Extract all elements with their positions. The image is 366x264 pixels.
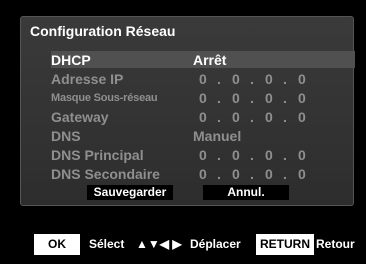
ip-dot: .	[283, 147, 287, 163]
ip-field[interactable]: 0 . 0 . 0 . 0	[199, 109, 319, 125]
ip-octet[interactable]: 0	[265, 147, 273, 163]
setting-label: DNS Principal	[51, 147, 144, 163]
ip-dot: .	[250, 109, 254, 125]
ip-octet[interactable]: 0	[232, 166, 240, 182]
ip-dot: .	[283, 109, 287, 125]
ip-octet[interactable]: 0	[232, 71, 240, 87]
ip-field[interactable]: 0 . 0 . 0 . 0	[199, 147, 319, 163]
ip-octet[interactable]: 0	[265, 109, 273, 125]
ip-dot: .	[217, 166, 221, 182]
setting-value[interactable]: Arrêt	[193, 52, 226, 68]
ip-dot: .	[217, 71, 221, 87]
ip-dot: .	[250, 166, 254, 182]
setting-label: Masque Sous-réseau	[51, 92, 158, 104]
save-button[interactable]: Sauvegarder	[87, 185, 173, 200]
return-hint-text: Retour	[316, 237, 355, 251]
ok-key[interactable]: OK	[34, 234, 80, 255]
ip-octet[interactable]: 0	[199, 109, 207, 125]
setting-row-gateway[interactable]: Gateway 0 . 0 . 0 . 0	[51, 108, 355, 125]
setting-row-dns-secondary[interactable]: DNS Secondaire 0 . 0 . 0 . 0	[51, 165, 355, 182]
network-config-screen: Configuration Réseau DHCP Arrêt Adresse …	[0, 0, 366, 264]
arrow-keys-icon: ▲▼◀ ▶	[136, 237, 182, 251]
ip-dot: .	[283, 71, 287, 87]
ip-dot: .	[283, 90, 287, 106]
ip-dot: .	[217, 90, 221, 106]
ip-dot: .	[283, 166, 287, 182]
setting-row-subnet-mask[interactable]: Masque Sous-réseau 0 . 0 . 0 . 0	[51, 89, 355, 106]
ip-dot: .	[250, 71, 254, 87]
network-config-panel: Configuration Réseau DHCP Arrêt Adresse …	[20, 16, 355, 206]
ip-octet[interactable]: 0	[298, 147, 306, 163]
ip-dot: .	[217, 109, 221, 125]
ip-dot: .	[250, 90, 254, 106]
ip-octet[interactable]: 0	[298, 109, 306, 125]
ok-hint-text: Sélect	[89, 237, 125, 251]
ip-octet[interactable]: 0	[265, 71, 273, 87]
ip-field[interactable]: 0 . 0 . 0 . 0	[199, 71, 319, 87]
ip-octet[interactable]: 0	[298, 90, 306, 106]
ip-octet[interactable]: 0	[232, 90, 240, 106]
key-guide-bar: OK Sélect ▲▼◀ ▶ Déplacer RETURN Retour	[22, 234, 356, 255]
setting-row-ip-address[interactable]: Adresse IP 0 . 0 . 0 . 0	[51, 70, 355, 87]
ip-octet[interactable]: 0	[199, 166, 207, 182]
ip-octet[interactable]: 0	[265, 90, 273, 106]
setting-row-dhcp[interactable]: DHCP Arrêt	[51, 51, 355, 68]
ip-octet[interactable]: 0	[199, 147, 207, 163]
cancel-button[interactable]: Annul.	[203, 185, 289, 200]
setting-label: DNS	[51, 128, 81, 144]
setting-row-dns[interactable]: DNS Manuel	[51, 127, 355, 144]
ip-field[interactable]: 0 . 0 . 0 . 0	[199, 90, 319, 106]
setting-row-dns-primary[interactable]: DNS Principal 0 . 0 . 0 . 0	[51, 146, 355, 163]
setting-label: DHCP	[51, 52, 91, 68]
ip-octet[interactable]: 0	[232, 147, 240, 163]
move-hint-text: Déplacer	[190, 237, 241, 251]
ip-dot: .	[217, 147, 221, 163]
dialog-title: Configuration Réseau	[30, 23, 176, 39]
setting-value[interactable]: Manuel	[193, 128, 241, 144]
ip-octet[interactable]: 0	[232, 109, 240, 125]
return-key[interactable]: RETURN	[256, 234, 314, 255]
ip-dot: .	[250, 147, 254, 163]
setting-label: Gateway	[51, 109, 109, 125]
setting-label: DNS Secondaire	[51, 166, 160, 182]
ip-field[interactable]: 0 . 0 . 0 . 0	[199, 166, 319, 182]
ip-octet[interactable]: 0	[199, 90, 207, 106]
ip-octet[interactable]: 0	[298, 71, 306, 87]
setting-label: Adresse IP	[51, 71, 124, 87]
ip-octet[interactable]: 0	[199, 71, 207, 87]
ip-octet[interactable]: 0	[265, 166, 273, 182]
ip-octet[interactable]: 0	[298, 166, 306, 182]
